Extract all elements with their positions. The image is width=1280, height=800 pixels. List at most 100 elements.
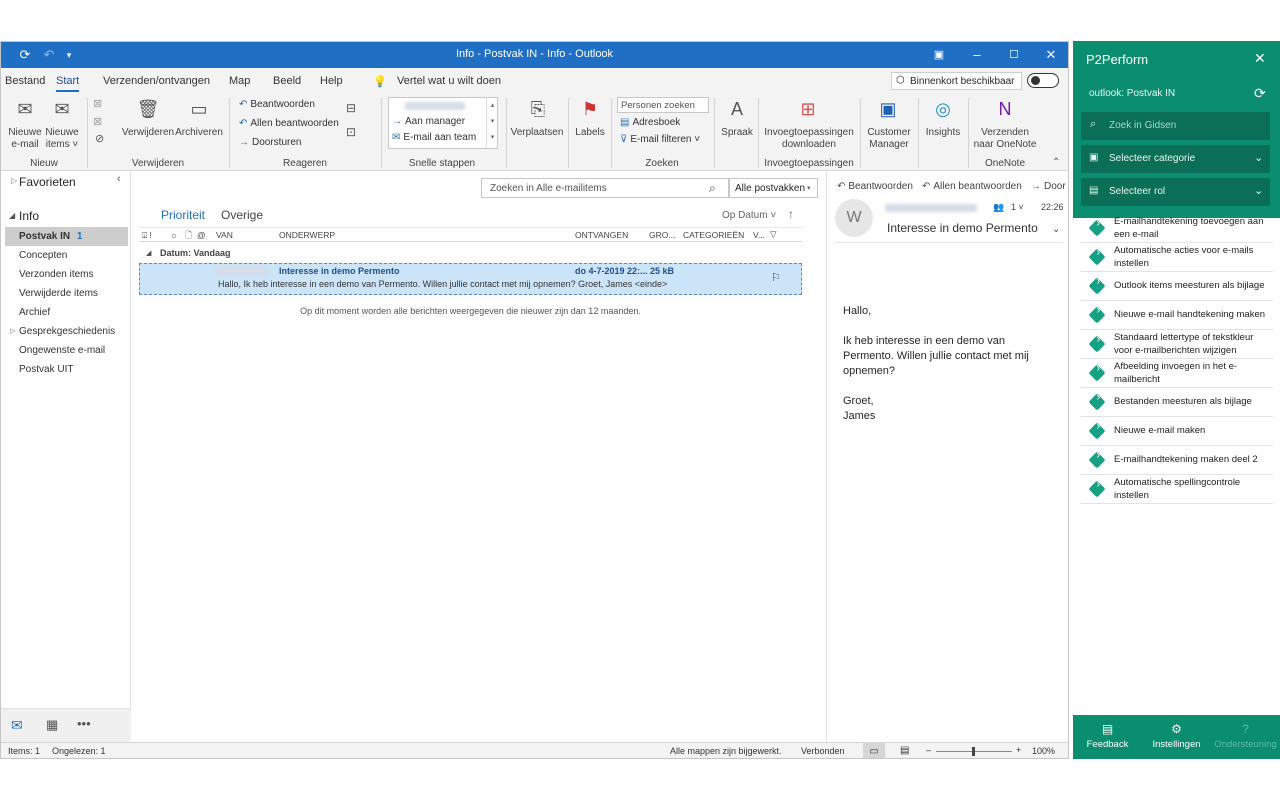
guide-item[interactable]: Standaard lettertype of tekstkleur voor … [1081, 330, 1273, 359]
guide-item[interactable]: Nieuwe e-mail maken [1081, 417, 1273, 446]
new-items-button[interactable]: Nieuwe items ˅ [43, 127, 81, 151]
search-scope-dropdown[interactable]: Alle postvakken ▾ [729, 178, 818, 198]
column-received[interactable]: ONTVANGEN [575, 230, 628, 240]
send-to-onenote-button[interactable]: Verzenden naar OneNote [971, 127, 1039, 151]
menu-view[interactable]: Beeld [273, 75, 301, 87]
collapse-icon[interactable]: ◢ [9, 211, 15, 220]
column-mentions[interactable]: V... [753, 230, 765, 240]
delete-button[interactable]: Verwijderen [121, 127, 175, 139]
close-panel-icon[interactable]: ✕ [1254, 50, 1266, 67]
archive-button[interactable]: Archiveren [173, 127, 225, 139]
folder-archive[interactable]: Archief [19, 307, 50, 318]
more-respond-icon[interactable]: ⊡ [346, 125, 356, 139]
folder-sent[interactable]: Verzonden items [19, 269, 94, 280]
zoom-out-icon[interactable]: – [926, 745, 931, 755]
refresh-icon[interactable]: ⟳ [1254, 85, 1266, 102]
feedback-button[interactable]: ▤ Feedback [1073, 715, 1142, 759]
column-size[interactable]: GRO... [649, 230, 675, 240]
ribbon-display-icon[interactable]: ▣ [929, 45, 949, 65]
role-dropdown[interactable]: ▤ Selecteer rol ⌄ [1081, 178, 1270, 206]
normal-view-icon[interactable]: ▭ [863, 743, 885, 758]
folder-outbox[interactable]: Postvak UIT [19, 364, 73, 375]
guide-item[interactable]: E-mailhandtekening toevoegen aan een e-m… [1081, 214, 1273, 243]
new-items-icon[interactable]: ✉ [49, 99, 75, 120]
reply-all-button[interactable]: ↶ Allen beantwoorden [239, 118, 339, 129]
p2-search-input[interactable]: Zoek in Gidsen [1109, 120, 1176, 131]
reading-forward-button[interactable]: → Door [1031, 181, 1066, 192]
cleanup-icon[interactable]: ⊠ [93, 115, 102, 128]
message-row[interactable]: Interesse in demo Permento do 4-7-2019 2… [139, 263, 802, 295]
reply-button[interactable]: ↶ Beantwoorden [239, 99, 315, 110]
icon-column-icon[interactable]: 🗋 [185, 230, 192, 244]
quick-step-blurred[interactable] [405, 102, 465, 110]
zoom-level[interactable]: 100% [1032, 746, 1055, 756]
tab-other[interactable]: Overige [221, 208, 263, 222]
expand-icon[interactable]: ▷ [10, 327, 15, 335]
folder-conversation-history[interactable]: Gesprekgeschiedenis [19, 326, 115, 337]
collapse-group-icon[interactable]: ◢ [146, 249, 151, 257]
mail-module-icon[interactable]: ✉ [11, 717, 23, 734]
folder-drafts[interactable]: Concepten [19, 250, 67, 261]
coming-soon-toggle[interactable] [1027, 73, 1059, 88]
menu-help[interactable]: Help [320, 75, 343, 87]
ignore-icon[interactable]: ⊠ [93, 97, 102, 110]
reading-reply-button[interactable]: ↶ Beantwoorden [837, 181, 913, 192]
reminder-column-icon[interactable]: ☼ [170, 230, 178, 240]
guide-item[interactable]: Automatische spellingcontrole instellen [1081, 475, 1273, 504]
zoom-slider[interactable] [936, 747, 1012, 756]
sender-blurred[interactable] [885, 204, 977, 212]
sort-direction-icon[interactable]: ↑ [788, 207, 794, 221]
collapse-pane-icon[interactable]: ‹ [117, 173, 121, 185]
minimize-icon[interactable]: – [967, 45, 987, 65]
column-from[interactable]: VAN [216, 230, 233, 240]
menu-folder[interactable]: Map [229, 75, 250, 87]
p2-search-box[interactable]: ⌕ Zoek in Gidsen [1081, 112, 1270, 140]
maximize-icon[interactable]: ☐ [1004, 45, 1024, 65]
gallery-scroll[interactable]: ▴ ▾ ▾ [486, 98, 498, 148]
more-modules-icon[interactable]: ••• [77, 716, 91, 731]
archive-icon[interactable]: ▭ [186, 99, 212, 120]
new-email-icon[interactable]: ✉ [12, 99, 38, 120]
collapse-ribbon-icon[interactable]: ⌃ [1052, 157, 1060, 168]
filter-email-button[interactable]: ⊽ E-mail filteren ˅ [620, 134, 700, 145]
addins-icon[interactable]: ⊞ [795, 99, 821, 120]
folder-inbox[interactable]: Postvak IN 1 [19, 231, 82, 242]
flag-icon[interactable]: ⚐ [771, 271, 781, 284]
move-button[interactable]: Verplaatsen [509, 127, 565, 139]
category-dropdown[interactable]: ▣ Selecteer categorie ⌄ [1081, 145, 1270, 173]
search-people-input[interactable]: Personen zoeken [617, 97, 709, 113]
recipients-count[interactable]: 1 ˅ [1011, 202, 1024, 212]
tab-focused[interactable]: Prioriteit [161, 208, 205, 222]
forward-button[interactable]: → Doorsturen [239, 137, 301, 148]
column-subject[interactable]: ONDERWERP [279, 230, 335, 240]
quick-steps-gallery[interactable]: → Aan manager ✉ E-mail aan team ▴ ▾ ▾ [388, 97, 498, 149]
customer-manager-icon[interactable]: ▣ [875, 99, 901, 120]
junk-icon[interactable]: ⊘ [95, 132, 104, 145]
guide-item[interactable]: Bestanden meesturen als bijlage [1081, 388, 1273, 417]
column-categories[interactable]: CATEGORIEËN [683, 230, 744, 240]
expand-header-icon[interactable]: ⌄ [1052, 224, 1060, 235]
menu-file[interactable]: Bestand [5, 75, 45, 87]
zoom-in-icon[interactable]: + [1016, 745, 1021, 755]
people-icon[interactable]: 👥 [993, 202, 1004, 213]
labels-button[interactable]: Labels [571, 127, 609, 139]
insights-button[interactable]: Insights [921, 127, 965, 139]
speech-icon[interactable]: A [724, 99, 750, 120]
guide-item[interactable]: Automatische acties voor e-mails instell… [1081, 243, 1273, 272]
account-header[interactable]: Info [19, 209, 39, 223]
reading-view-icon[interactable]: ▤ [900, 745, 909, 756]
sort-by-dropdown[interactable]: Op Datum ˅ [722, 210, 776, 221]
menu-start[interactable]: Start [56, 75, 80, 92]
speech-button[interactable]: Spraak [717, 127, 757, 139]
guide-item[interactable]: Nieuwe e-mail handtekening maken [1081, 301, 1273, 330]
quick-step-team[interactable]: ✉ E-mail aan team [392, 132, 476, 143]
menu-send-receive[interactable]: Verzenden/ontvangen [103, 75, 210, 87]
quick-step-manager[interactable]: → Aan manager [392, 116, 465, 127]
support-button[interactable]: ? Ondersteuning [1211, 715, 1280, 759]
guide-item[interactable]: E-mailhandtekening maken deel 2 [1081, 446, 1273, 475]
filter-column-icon[interactable]: ▽ [770, 229, 777, 240]
new-email-button[interactable]: Nieuwe e-mail [5, 127, 45, 151]
onenote-icon[interactable]: N [992, 99, 1018, 120]
close-icon[interactable]: ✕ [1041, 45, 1061, 65]
delete-icon[interactable]: 🗑 [135, 99, 161, 120]
